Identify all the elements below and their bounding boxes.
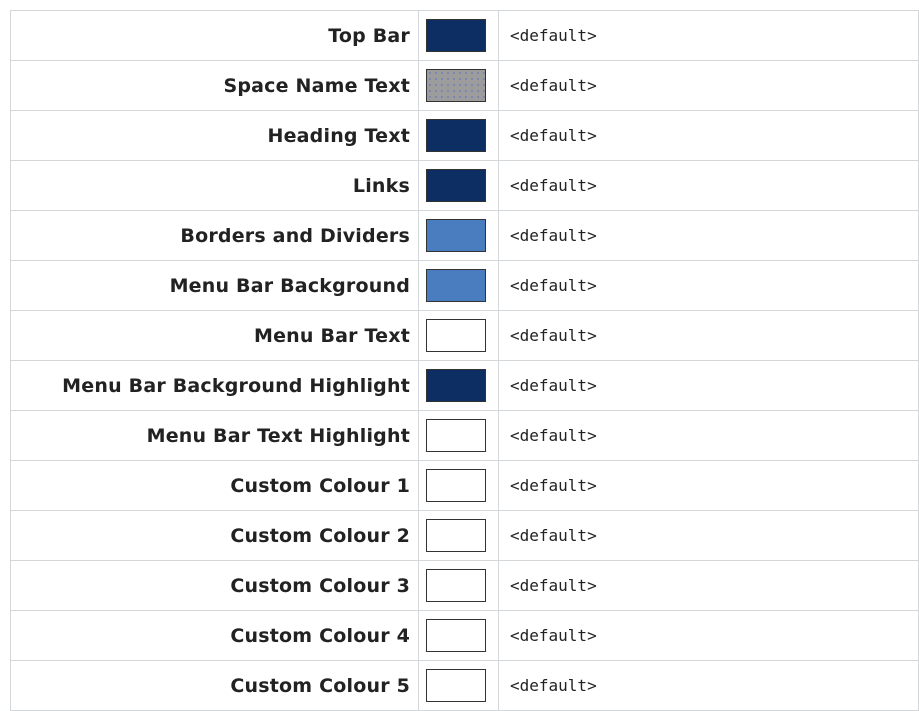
colour-value: <default> — [498, 210, 919, 261]
colour-swatch[interactable] — [426, 319, 486, 352]
colour-value: <default> — [498, 460, 919, 511]
colour-label: Menu Bar Background — [10, 260, 419, 311]
colour-label: Menu Bar Text — [10, 310, 419, 361]
colour-swatch[interactable] — [426, 469, 486, 502]
table-row: Space Name Text <default> — [10, 60, 919, 111]
colour-swatch[interactable] — [426, 269, 486, 302]
colour-value: <default> — [498, 160, 919, 211]
colour-value: <default> — [498, 110, 919, 161]
table-row: Menu Bar Text <default> — [10, 310, 919, 361]
colour-swatch[interactable] — [426, 119, 486, 152]
table-row: Custom Colour 4 <default> — [10, 610, 919, 661]
colour-label: Space Name Text — [10, 60, 419, 111]
colour-label: Custom Colour 1 — [10, 460, 419, 511]
colour-label: Custom Colour 5 — [10, 660, 419, 711]
colour-label: Custom Colour 3 — [10, 560, 419, 611]
colour-swatch[interactable] — [426, 169, 486, 202]
table-row: Top Bar <default> — [10, 10, 919, 61]
table-row: Borders and Dividers <default> — [10, 210, 919, 261]
table-row: Menu Bar Background Highlight <default> — [10, 360, 919, 411]
colour-value: <default> — [498, 560, 919, 611]
colour-value: <default> — [498, 60, 919, 111]
table-row: Menu Bar Text Highlight <default> — [10, 410, 919, 461]
table-row: Links <default> — [10, 160, 919, 211]
colour-swatch[interactable] — [426, 669, 486, 702]
colour-swatch[interactable] — [426, 419, 486, 452]
colour-label: Links — [10, 160, 419, 211]
colour-swatch[interactable] — [426, 619, 486, 652]
table-row: Custom Colour 1 <default> — [10, 460, 919, 511]
colour-swatch[interactable] — [426, 569, 486, 602]
table-row: Custom Colour 3 <default> — [10, 560, 919, 611]
colour-value: <default> — [498, 610, 919, 661]
colour-scheme-table: Top Bar <default> Space Name Text <defau… — [10, 10, 919, 711]
colour-value: <default> — [498, 410, 919, 461]
colour-value: <default> — [498, 310, 919, 361]
colour-value: <default> — [498, 360, 919, 411]
colour-label: Custom Colour 4 — [10, 610, 419, 661]
colour-label: Menu Bar Text Highlight — [10, 410, 419, 461]
colour-swatch[interactable] — [426, 369, 486, 402]
colour-label: Custom Colour 2 — [10, 510, 419, 561]
colour-label: Heading Text — [10, 110, 419, 161]
table-row: Custom Colour 2 <default> — [10, 510, 919, 561]
colour-value: <default> — [498, 510, 919, 561]
table-row: Heading Text <default> — [10, 110, 919, 161]
colour-label: Menu Bar Background Highlight — [10, 360, 419, 411]
table-row: Custom Colour 5 <default> — [10, 660, 919, 711]
colour-label: Borders and Dividers — [10, 210, 419, 261]
colour-value: <default> — [498, 10, 919, 61]
colour-swatch[interactable] — [426, 19, 486, 52]
colour-swatch[interactable] — [426, 519, 486, 552]
colour-value: <default> — [498, 260, 919, 311]
table-row: Menu Bar Background <default> — [10, 260, 919, 311]
colour-swatch[interactable] — [426, 69, 486, 102]
colour-scheme-rows: Top Bar <default> Space Name Text <defau… — [10, 10, 919, 711]
colour-swatch[interactable] — [426, 219, 486, 252]
colour-value: <default> — [498, 660, 919, 711]
colour-label: Top Bar — [10, 10, 419, 61]
